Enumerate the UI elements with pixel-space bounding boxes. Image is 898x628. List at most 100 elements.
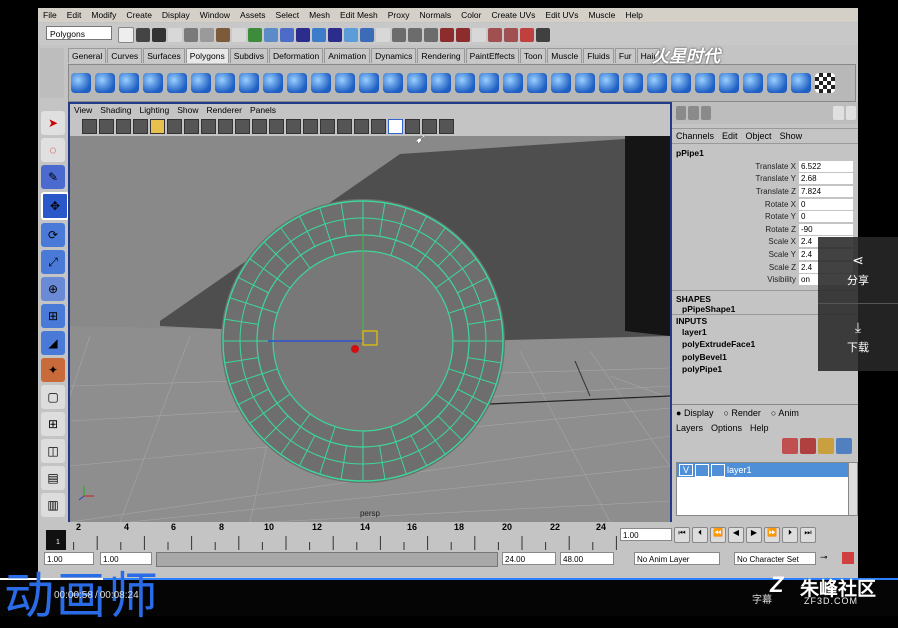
playback-end-field[interactable]: 24.00 <box>502 552 556 565</box>
menu-mesh[interactable]: Mesh <box>304 8 335 22</box>
layout-persp-graph-icon[interactable]: ▤ <box>41 466 65 490</box>
rotate-tool-icon[interactable]: ⟳ <box>41 223 65 247</box>
step-forward-icon[interactable]: ⏵ <box>782 527 798 543</box>
soft-mod-tool-icon[interactable]: ⊕ <box>41 277 65 301</box>
layer-color-swatch[interactable] <box>711 463 725 477</box>
subtitle-button[interactable]: 字幕 <box>752 591 772 606</box>
menu-modify[interactable]: Modify <box>86 8 121 22</box>
separate-icon[interactable] <box>359 73 379 93</box>
extract-icon[interactable] <box>383 73 403 93</box>
tab-rendering[interactable]: Rendering <box>417 47 465 63</box>
tab-surfaces[interactable]: Surfaces <box>143 47 185 63</box>
perspective-viewport[interactable]: persp <box>70 136 670 522</box>
poly-helix-icon[interactable] <box>287 73 307 93</box>
poly-torus-icon[interactable] <box>191 73 211 93</box>
insert-edge-loop-icon[interactable] <box>575 73 595 93</box>
viewport-menu-shading[interactable]: Shading <box>96 104 135 116</box>
layer-menu-layers[interactable]: Layers <box>676 423 703 433</box>
menu-create[interactable]: Create <box>121 8 157 22</box>
tab-polygons[interactable]: Polygons <box>185 47 229 63</box>
poly-cylinder-icon[interactable] <box>119 73 139 93</box>
menu-display[interactable]: Display <box>157 8 195 22</box>
menu-set-dropdown[interactable]: Polygons <box>46 26 112 40</box>
poly-pipe-icon[interactable] <box>263 73 283 93</box>
viewport-menu-panels[interactable]: Panels <box>246 104 280 116</box>
menu-edit[interactable]: Edit <box>62 8 87 22</box>
safe-action-icon[interactable] <box>235 118 250 134</box>
snap-curve-icon[interactable] <box>408 28 422 42</box>
pipe-mesh[interactable] <box>221 199 505 483</box>
radio-display[interactable]: ● Display <box>676 408 713 418</box>
safe-title-icon[interactable] <box>252 118 267 134</box>
camera-attributes-icon[interactable] <box>99 118 114 134</box>
automatic-map-icon[interactable] <box>791 73 811 93</box>
layer-name[interactable]: layer1 <box>727 465 752 475</box>
cb-menu-object[interactable]: Object <box>742 131 776 141</box>
tab-curves[interactable]: Curves <box>107 47 143 63</box>
snap-point-icon[interactable] <box>424 28 438 42</box>
hide-icon[interactable] <box>845 106 857 120</box>
textured-icon[interactable] <box>320 118 335 134</box>
snap-live-icon[interactable] <box>456 28 470 42</box>
poly-cube-icon[interactable] <box>95 73 115 93</box>
share-button[interactable]: ⋖ 分享 <box>818 237 898 304</box>
layout-outliner-icon[interactable]: ▥ <box>41 493 65 517</box>
smooth-icon[interactable] <box>407 73 427 93</box>
mask-icon[interactable] <box>312 28 326 42</box>
smooth-shade-icon[interactable] <box>286 118 301 134</box>
menu-edit-uvs[interactable]: Edit UVs <box>540 8 583 22</box>
pin-icon[interactable] <box>833 106 844 120</box>
resolution-gate-icon[interactable] <box>184 118 199 134</box>
radio-anim[interactable]: ○ Anim <box>771 408 799 418</box>
spherical-map-icon[interactable] <box>767 73 787 93</box>
menu-normals[interactable]: Normals <box>415 8 457 22</box>
camera-select-icon[interactable] <box>82 118 97 134</box>
film-gate-icon[interactable] <box>167 118 182 134</box>
extrude-icon[interactable] <box>623 73 643 93</box>
end-time-field[interactable]: 48.00 <box>560 552 614 565</box>
append-polygon-icon[interactable] <box>527 73 547 93</box>
new-layer-icon[interactable] <box>782 438 798 454</box>
poly-plane-icon[interactable] <box>167 73 187 93</box>
cb-menu-channels[interactable]: Channels <box>672 131 718 141</box>
render-settings-icon[interactable] <box>536 28 550 42</box>
viewport-menu-view[interactable]: View <box>70 104 96 116</box>
poly-cone-icon[interactable] <box>143 73 163 93</box>
tab-painteffects[interactable]: PaintEffects <box>465 47 519 63</box>
layer-scrollbar[interactable] <box>848 462 858 516</box>
mask-icon[interactable] <box>264 28 278 42</box>
isolate-select-icon[interactable] <box>388 118 403 134</box>
save-scene-icon[interactable] <box>152 28 166 42</box>
menu-assets[interactable]: Assets <box>235 8 271 22</box>
bevel-icon[interactable] <box>671 73 691 93</box>
layer-row-layer1[interactable]: V layer1 <box>677 463 849 477</box>
viewport-menu-lighting[interactable]: Lighting <box>135 104 173 116</box>
layer-type-toggle[interactable] <box>695 463 709 477</box>
select-hierarchy-icon[interactable] <box>184 28 198 42</box>
wireframe-icon[interactable] <box>269 118 284 134</box>
tab-deformation[interactable]: Deformation <box>268 47 324 63</box>
paint-select-tool-icon[interactable]: ✎ <box>41 165 65 189</box>
mask-icon[interactable] <box>360 28 374 42</box>
render-icon[interactable] <box>504 28 518 42</box>
channel-box-icon[interactable] <box>676 106 687 120</box>
tab-animation[interactable]: Animation <box>324 47 371 63</box>
menu-proxy[interactable]: Proxy <box>383 8 415 22</box>
cb-menu-show[interactable]: Show <box>776 131 807 141</box>
mask-icon[interactable] <box>328 28 342 42</box>
image-plane-icon[interactable] <box>133 118 148 134</box>
menu-help[interactable]: Help <box>620 8 647 22</box>
channel-translate-z[interactable]: Translate Z 7.824 <box>672 185 858 198</box>
channel-translate-x[interactable]: Translate X 6.522 <box>672 160 858 173</box>
tab-muscle[interactable]: Muscle <box>547 47 583 63</box>
layer-visibility-toggle[interactable]: V <box>679 464 693 476</box>
key-icon[interactable]: ⊸ <box>820 552 828 563</box>
layout-two-icon[interactable]: ◫ <box>41 439 65 463</box>
time-slider[interactable]: 2 4 6 8 10 12 14 16 18 20 22 24 1 1.00 ⏮… <box>38 522 858 552</box>
history-icon[interactable] <box>488 28 502 42</box>
mask-icon[interactable] <box>296 28 310 42</box>
menu-muscle[interactable]: Muscle <box>583 8 620 22</box>
go-to-start-icon[interactable]: ⏮ <box>674 527 690 543</box>
ipr-render-icon[interactable] <box>520 28 534 42</box>
tab-toon[interactable]: Toon <box>519 47 547 63</box>
